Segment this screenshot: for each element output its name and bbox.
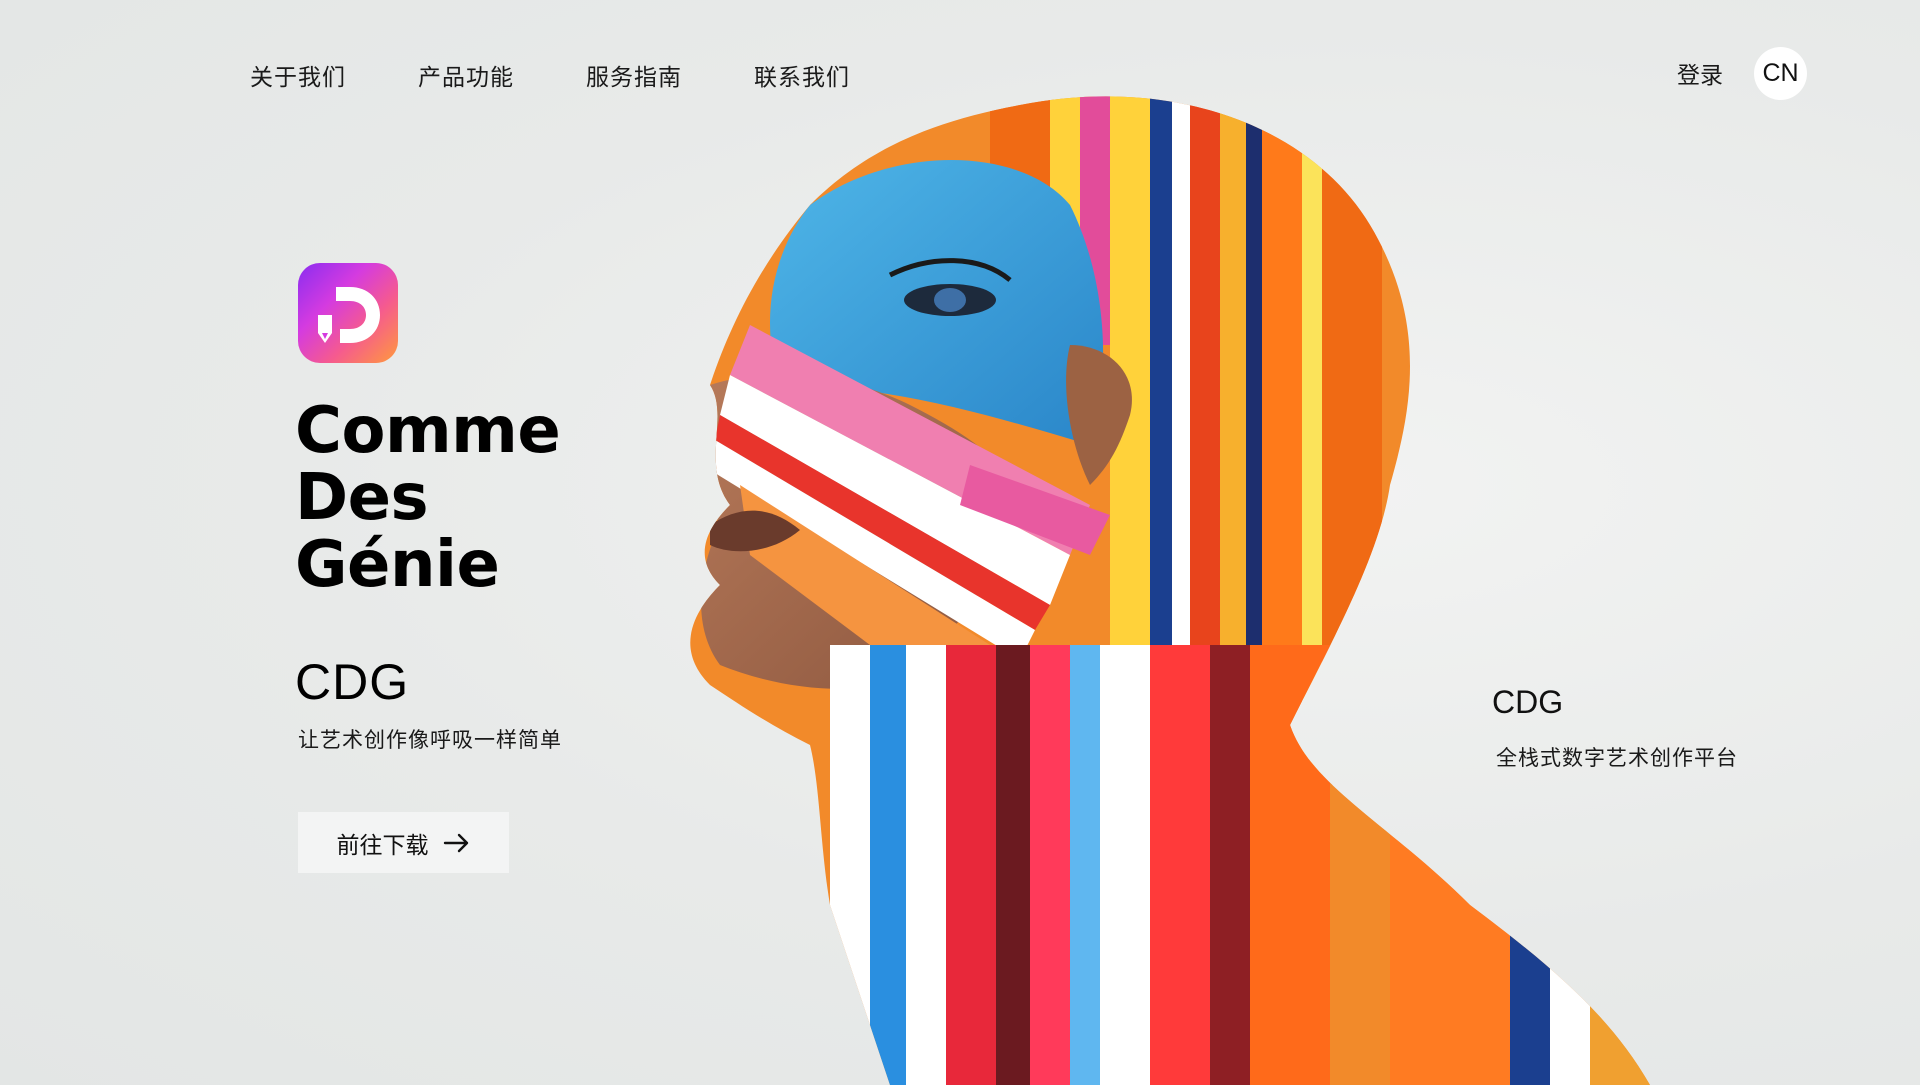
login-link[interactable]: 登录 <box>1677 56 1723 90</box>
download-button-label: 前往下载 <box>336 832 429 859</box>
brand-abbreviation: CDG <box>295 654 410 710</box>
brand-title-line-2: Des <box>295 461 429 535</box>
side-brand-abbreviation: CDG <box>1492 684 1564 720</box>
brand-title-line-3: Génie <box>295 528 500 602</box>
hero-portrait-image <box>690 96 1650 1085</box>
language-switch-button[interactable]: CN <box>1754 47 1807 100</box>
nav-item-features[interactable]: 产品功能 <box>418 58 514 92</box>
nav-item-guide[interactable]: 服务指南 <box>586 58 682 92</box>
side-description: 全栈式数字艺术创作平台 <box>1496 746 1738 770</box>
brand-title: Comme Des Génie <box>295 394 561 602</box>
arrow-right-icon <box>443 833 468 852</box>
brand-title-line-1: Comme <box>295 394 561 468</box>
app-logo-icon <box>298 263 398 363</box>
nav-item-about[interactable]: 关于我们 <box>250 58 346 92</box>
hero-tagline: 让艺术创作像呼吸一样简单 <box>298 728 562 752</box>
download-button[interactable]: 前往下载 <box>298 812 509 873</box>
nav-item-contact[interactable]: 联系我们 <box>754 58 850 92</box>
main-nav: 关于我们 产品功能 服务指南 联系我们 <box>250 58 850 92</box>
